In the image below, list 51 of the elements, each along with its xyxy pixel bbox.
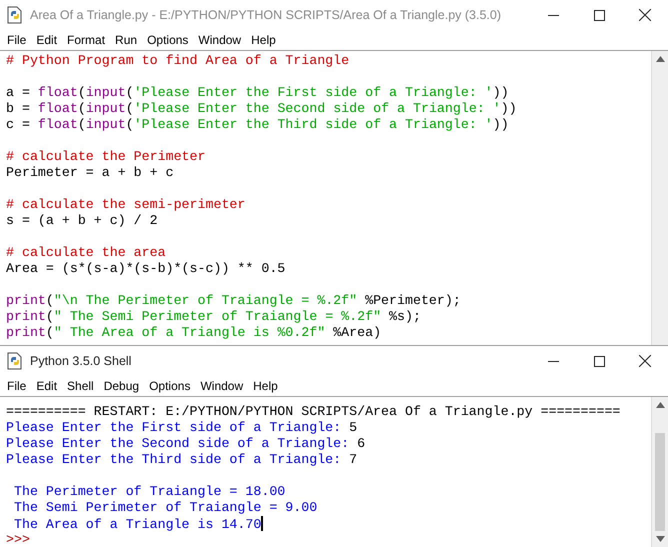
code-line: Please Enter the Second side of a Triangle: 6 (6, 436, 366, 452)
maximize-icon (594, 356, 604, 366)
menu-item[interactable]: Options (142, 30, 194, 50)
menu-item[interactable]: Help (246, 30, 281, 50)
maximize-icon (594, 10, 604, 20)
menu-item[interactable]: Window (193, 30, 246, 50)
scrollbar[interactable] (651, 51, 668, 345)
code-line: # calculate the area (6, 245, 167, 261)
python-file-icon (6, 6, 24, 24)
minimize-icon (548, 360, 558, 362)
code-line: b = float(input('Please Enter the Second side of a Triangle: ')) (6, 101, 518, 117)
menu-item[interactable]: Options (144, 376, 196, 396)
menu-item[interactable]: File (2, 376, 32, 396)
window-title: Python 3.5.0 Shell (30, 354, 132, 368)
menu-item[interactable]: Edit (31, 30, 62, 50)
close-icon (639, 355, 651, 367)
code-line: print("\n The Perimeter of Traiangle = %.2f" %Perimeter); (6, 293, 462, 309)
code-line: print(" The Semi Perimeter of Traiangle = %.2f" %s); (6, 309, 422, 325)
menu-item[interactable]: Edit (31, 376, 62, 396)
code-line: print(" The Area of a Triangle is %0.2f" %Area) (6, 325, 382, 341)
code-line: # calculate the Perimeter (6, 149, 206, 165)
code-line: c = float(input('Please Enter the Third side of a Triangle: ')) (6, 117, 510, 133)
scroll-down-icon[interactable] (656, 536, 664, 542)
code-line: The Area of a Triangle is 14.70 (12, 516, 264, 532)
menu-item[interactable]: Help (248, 376, 283, 396)
menu-item[interactable]: File (2, 30, 32, 50)
scrollbar[interactable] (651, 397, 668, 547)
menu-item[interactable]: Window (195, 376, 248, 396)
code-line: Area = (s*(s-a)*(s-b)*(s-c)) ** 0.5 (6, 261, 286, 277)
scroll-up-icon[interactable] (656, 56, 664, 62)
code-line: The Semi Perimeter of Traiangle = 9.00 (12, 500, 318, 516)
menu-item[interactable]: Format (62, 30, 110, 50)
minimize-icon (548, 14, 558, 16)
code-line: s = (a + b + c) / 2 (6, 213, 159, 229)
menu-item[interactable]: Shell (62, 376, 99, 396)
menu-item[interactable]: Run (110, 30, 142, 50)
code-line: The Perimeter of Traiangle = 18.00 (12, 484, 286, 500)
close-icon (639, 9, 651, 21)
code-line: Please Enter the Third side of a Triangle: 7 (6, 452, 358, 468)
code-line: # Python Program to find Area of a Triangle (6, 53, 350, 69)
code-line: # calculate the semi-perimeter (6, 197, 246, 213)
code-line: Perimeter = a + b + c (6, 165, 175, 181)
python-file-icon (6, 352, 24, 370)
scroll-thumb[interactable] (655, 433, 665, 531)
code-line: >>> (6, 532, 31, 547)
window-title: Area Of a Triangle.py - E:/PYTHON/PYTHON SCRIPTS/Area Of a Triangle.py (3.5.0) (30, 8, 501, 22)
scroll-up-icon[interactable] (656, 402, 664, 408)
code-line: ========== RESTART: E:/PYTHON/PYTHON SCRIPTS/Area Of a Triangle.py ========== (6, 404, 622, 420)
code-line: Please Enter the First side of a Triangle: 5 (6, 420, 358, 436)
code-line: a = float(input('Please Enter the First side of a Triangle: ')) (6, 85, 510, 101)
menu-item[interactable]: Debug (98, 376, 144, 396)
